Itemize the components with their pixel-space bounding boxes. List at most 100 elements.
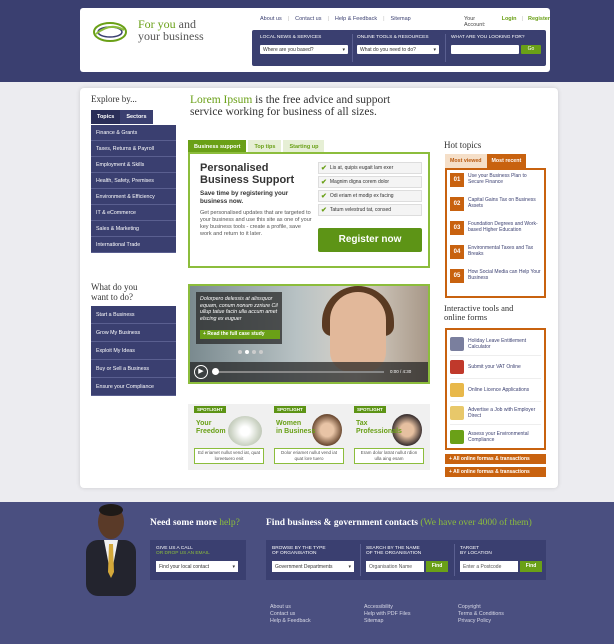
hot-topic-number: 02 (450, 197, 464, 211)
tool-item[interactable]: Holiday Leave Entitlement Calculator (450, 333, 541, 356)
hot-topic-item[interactable]: 04 Environmental Taxes and Tax Breaks (450, 245, 541, 269)
footer-sitemap-link[interactable]: Sitemap (364, 618, 411, 625)
topics-list: Finance & Grants Taxes, Returns & Payrol… (91, 125, 176, 253)
footer-accessibility-link[interactable]: Accessibility (364, 604, 411, 611)
account-label: Your Account: (464, 16, 486, 28)
tool-item[interactable]: Advertise a Job with Employer Direct (450, 402, 541, 425)
search-input[interactable] (451, 45, 519, 54)
video-player: Dolorpero delessis at alissquor equam, c… (188, 284, 430, 384)
call-panel: GIVE US A CALL OR DROP US AN EMAIL Find y… (150, 540, 246, 580)
carousel-dot[interactable] (245, 350, 249, 354)
spotlight-card[interactable]: SPOTLIGHT Your Freedom Ed eriamet nullut … (190, 404, 268, 470)
local-contact-select[interactable]: Find your local contact ▾ (156, 561, 238, 572)
check-item: ✔ Tatum velestrud tat, consed (318, 204, 422, 216)
local-news-select[interactable]: Where are you based? ▾ (260, 45, 348, 54)
organisation-name-input[interactable]: Organisation Name (366, 561, 424, 572)
carousel-dot[interactable] (252, 350, 256, 354)
all-forms-button[interactable]: + All online formas & transactions (445, 454, 546, 464)
call-label-2: OR DROP US AN EMAIL (156, 551, 210, 556)
about-link[interactable]: About us (260, 16, 282, 22)
footer-contact-link[interactable]: Contact us (270, 611, 311, 618)
video-quote-text: Dolorpero delessis at alissquor equam, c… (200, 296, 278, 322)
sidebar-item-sales[interactable]: Sales & Marketing (91, 221, 176, 237)
sidebar-item-taxes[interactable]: Taxes, Returns & Payroll (91, 141, 176, 157)
looking-for-label: WHAT ARE YOU LOOKING FOR? (451, 35, 525, 40)
organisation-type-select[interactable]: Government Departments ▾ (272, 561, 354, 572)
hot-topic-item[interactable]: 01 Use your Business Plan to Secure Finan… (450, 173, 541, 197)
footer-privacy-link[interactable]: Privacy Policy (458, 618, 504, 625)
action-start[interactable]: Start a Business (91, 306, 176, 324)
footer-copyright-link[interactable]: Copyright (458, 604, 504, 611)
hot-topic-number: 04 (450, 245, 464, 259)
tool-item[interactable]: Submit your VAT Online (450, 356, 541, 379)
spotlight-tag: SPOTLIGHT (274, 406, 306, 413)
check-text: Tatum velestrud tat, consed (329, 207, 392, 213)
tool-text: Holiday Leave Entitlement Calculator (468, 338, 527, 350)
register-link[interactable]: Register (528, 16, 550, 28)
sidebar-item-environment[interactable]: Environment & Efficiency (91, 189, 176, 205)
explore-tabs: Topics Sectors (91, 110, 153, 124)
chevron-down-icon: ▾ (348, 563, 351, 570)
all-forms-button[interactable]: + All online formas & transactions (445, 467, 546, 477)
find-organisation-button[interactable]: Find (426, 561, 448, 572)
footer-pdf-help-link[interactable]: Help with PDF Files (364, 611, 411, 618)
sitemap-link[interactable]: Sitemap (391, 16, 411, 22)
support-text: Get personalised updates that are target… (200, 210, 312, 237)
help-feedback-link[interactable]: Help & Feedback (335, 16, 377, 22)
find-postcode-button[interactable]: Find (520, 561, 542, 572)
actions-list: Start a Business Grow My Business Exploi… (91, 306, 176, 396)
spotlight-tag: SPOTLIGHT (194, 406, 226, 413)
hot-topic-item[interactable]: 02 Capital Gains Tax on Business Assets (450, 197, 541, 221)
read-case-study-button[interactable]: + Read the full case study (200, 330, 280, 339)
spotlight-title-2: in Business (276, 428, 316, 435)
tab-most-viewed[interactable]: Most viewed (445, 154, 487, 168)
search-value: Organisation Name (369, 563, 413, 570)
divider (454, 544, 455, 576)
divider (360, 544, 361, 576)
need-help-text: Need some more (150, 518, 217, 528)
tool-item[interactable]: Assess your Environmental Compliance (450, 425, 541, 448)
action-exploit[interactable]: Exploit My Ideas (91, 342, 176, 360)
what-heading-line-2: want to do? (91, 292, 133, 302)
hot-topics-tabs: Most viewed Most recent (445, 154, 527, 168)
register-now-button[interactable]: Register now (318, 228, 422, 252)
tab-topics[interactable]: Topics (91, 110, 121, 124)
hot-topic-text: Environmental Taxes and Tax Breaks (468, 245, 534, 257)
tool-item[interactable]: Online Licence Applications (450, 379, 541, 402)
sidebar-item-finance[interactable]: Finance & Grants (91, 125, 176, 141)
tab-most-recent[interactable]: Most recent (486, 154, 527, 168)
sidebar-item-it[interactable]: IT & eCommerce (91, 205, 176, 221)
carousel-dot[interactable] (238, 350, 242, 354)
footer-help-link[interactable]: Help & Feedback (270, 618, 311, 625)
play-icon[interactable]: ▶ (194, 365, 208, 379)
footer-about-link[interactable]: About us (270, 604, 311, 611)
footer-terms-link[interactable]: Terms & Conditions (458, 611, 504, 618)
sidebar-item-employment[interactable]: Employment & Skills (91, 157, 176, 173)
progress-handle[interactable] (212, 368, 219, 375)
action-compliance[interactable]: Ensure your Compliance (91, 378, 176, 396)
tab-sectors[interactable]: Sectors (120, 110, 153, 124)
brand-name[interactable]: For you and your business (138, 18, 204, 42)
hot-topic-item[interactable]: 05 How Social Media can Help Your Busines… (450, 269, 541, 293)
action-buy-sell[interactable]: Buy or Sell a Business (91, 360, 176, 378)
logo-icon[interactable] (92, 20, 128, 44)
tools-select[interactable]: What do you need to do? ▾ (357, 45, 439, 54)
spotlight-text: Ed eriamet nullut vend iat, quat loreetu… (194, 448, 264, 464)
hot-topic-item[interactable]: 03 Foundation Degrees and Work-based High… (450, 221, 541, 245)
carousel-dot[interactable] (259, 350, 263, 354)
contact-link[interactable]: Contact us (295, 16, 321, 22)
spotlight-card[interactable]: SPOTLIGHT Tax Professionals Eram dolor la… (350, 404, 428, 470)
sidebar-item-trade[interactable]: International Trade (91, 237, 176, 253)
sidebar-item-health[interactable]: Health, Safety, Premises (91, 173, 176, 189)
login-link[interactable]: Login (502, 16, 517, 28)
business-man-image (86, 504, 136, 596)
postcode-input[interactable]: Enter a Postcode (460, 561, 518, 572)
progress-track[interactable] (214, 371, 384, 373)
action-grow[interactable]: Grow My Business (91, 324, 176, 342)
go-button[interactable]: Go (521, 45, 541, 54)
divider (352, 34, 353, 62)
brand-line-2: your business (138, 29, 204, 43)
target-label-2: BY LOCATION (460, 551, 492, 556)
explore-heading: Explore by... (91, 94, 137, 104)
spotlight-card[interactable]: SPOTLIGHT Women in Business Dolor eriamet… (270, 404, 348, 470)
